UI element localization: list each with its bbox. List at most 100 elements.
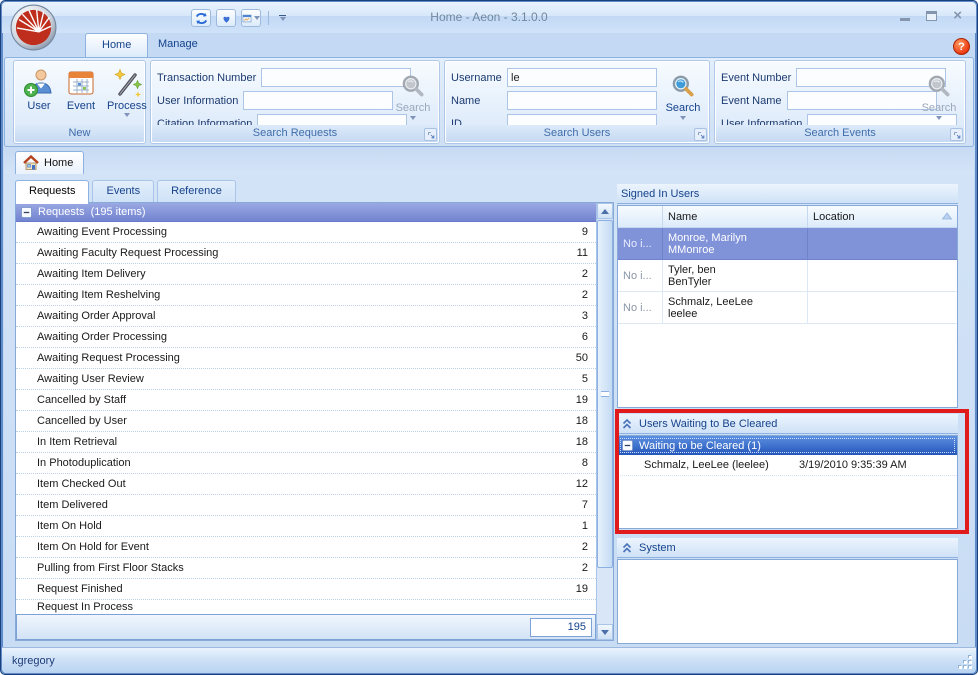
dialog-launcher-icon[interactable] — [950, 128, 963, 141]
user-location-cell — [808, 260, 957, 292]
new-event-button[interactable]: Event — [62, 65, 100, 114]
request-status-label: Request In Process — [37, 601, 588, 613]
search-requests-button[interactable]: Search — [389, 64, 437, 130]
ribbon-group-new: User Event Process New — [13, 60, 146, 144]
request-status-row[interactable]: Awaiting Order Processing 6 — [16, 327, 596, 348]
request-status-row[interactable]: Awaiting Event Processing 9 — [16, 222, 596, 243]
request-status-label: Item Delivered — [37, 499, 582, 511]
username-input[interactable] — [507, 68, 657, 87]
request-status-row[interactable]: In Item Retrieval 18 — [16, 432, 596, 453]
request-status-label: Awaiting Event Processing — [37, 226, 582, 238]
resize-grip[interactable] — [959, 656, 972, 669]
request-status-row[interactable]: Item On Hold for Event 2 — [16, 537, 596, 558]
request-status-row[interactable]: Request Finished 19 — [16, 579, 596, 600]
scroll-up-button[interactable] — [597, 203, 613, 219]
request-status-row[interactable]: Cancelled by User 18 — [16, 411, 596, 432]
request-status-count: 2 — [582, 289, 588, 301]
ribbon: User Event Process New Transaction Numbe… — [4, 57, 974, 147]
minimize-button[interactable] — [900, 12, 910, 21]
request-status-row[interactable]: Awaiting Faculty Request Processing 11 — [16, 243, 596, 264]
window-layout-icon[interactable] — [241, 9, 261, 27]
user-name: Monroe, Marilyn — [668, 232, 802, 244]
request-status-row[interactable]: Request In Process — [16, 600, 596, 613]
tab-requests[interactable]: Requests — [15, 180, 89, 204]
search-events-button[interactable]: Search — [915, 64, 963, 130]
search-icon — [670, 74, 696, 100]
request-status-row[interactable]: Cancelled by Staff 19 — [16, 390, 596, 411]
user-username: leelee — [668, 308, 802, 320]
waiting-user-row[interactable]: Schmalz, LeeLee (leelee) 3/19/2010 9:35:… — [618, 455, 957, 476]
qat-overflow-button[interactable] — [276, 13, 288, 23]
request-status-row[interactable]: In Photoduplication 8 — [16, 453, 596, 474]
signed-in-user-row[interactable]: No i... Tyler, ben BenTyler — [618, 260, 957, 292]
requests-list-rows: Awaiting Event Processing 9 Awaiting Fac… — [16, 222, 596, 614]
scrollbar-track[interactable] — [597, 219, 613, 624]
ribbon-tab-home[interactable]: Home — [85, 33, 148, 57]
request-status-count: 1 — [582, 520, 588, 532]
request-status-row[interactable]: Awaiting Item Delivery 2 — [16, 264, 596, 285]
request-status-row[interactable]: Item Delivered 7 — [16, 495, 596, 516]
tab-reference[interactable]: Reference — [157, 180, 236, 202]
column-header-name[interactable]: Name — [663, 206, 808, 228]
aeon-logo-icon[interactable] — [10, 4, 57, 51]
event-number-label: Event Number — [721, 72, 791, 84]
waiting-group-header[interactable]: Waiting to be Cleared (1) — [618, 436, 957, 455]
signed-in-user-row[interactable]: No i... Schmalz, LeeLee leelee — [618, 292, 957, 324]
scrollbar-thumb[interactable] — [597, 220, 613, 568]
request-status-row[interactable]: Awaiting Order Approval 3 — [16, 306, 596, 327]
heart-icon[interactable] — [216, 9, 236, 27]
request-status-label: Awaiting Item Delivery — [37, 268, 582, 280]
dropdown-caret-icon — [680, 116, 686, 120]
column-header-location[interactable]: Location — [808, 206, 957, 228]
user-information-input[interactable] — [243, 91, 393, 110]
waiting-user-time: 3/19/2010 9:35:39 AM — [799, 459, 907, 471]
new-user-button[interactable]: User — [20, 65, 58, 114]
status-bar: kgregory — [2, 647, 976, 673]
search-users-button[interactable]: Search — [659, 64, 707, 130]
request-status-label: Item On Hold for Event — [37, 541, 582, 553]
requests-scrollbar[interactable] — [596, 203, 613, 640]
tab-events[interactable]: Events — [92, 180, 154, 202]
content-area: Requests Events Reference Requests (195 … — [4, 174, 974, 647]
name-label: Name — [451, 95, 502, 107]
collapse-minus-icon[interactable] — [622, 440, 633, 451]
name-input[interactable] — [507, 91, 657, 110]
house-icon — [23, 155, 39, 171]
scroll-down-button[interactable] — [597, 624, 613, 640]
transaction-number-label: Transaction Number — [157, 72, 256, 84]
system-section-header[interactable]: System — [617, 538, 958, 558]
document-tab-home[interactable]: Home — [15, 151, 84, 174]
collapse-chevrons-icon[interactable] — [621, 418, 633, 430]
title-bar[interactable]: Home - Aeon - 3.1.0.0 × — [2, 2, 976, 33]
request-status-label: Pulling from First Floor Stacks — [37, 562, 582, 574]
request-status-row[interactable]: Awaiting Item Reshelving 2 — [16, 285, 596, 306]
user-location-cell — [808, 228, 957, 260]
user-location-cell — [808, 292, 957, 324]
requests-total: 195 — [530, 618, 592, 637]
ribbon-tab-manage[interactable]: Manage — [142, 33, 214, 57]
maximize-button[interactable] — [926, 11, 937, 21]
dialog-launcher-icon[interactable] — [694, 128, 707, 141]
requests-group-header[interactable]: Requests (195 items) — [16, 203, 596, 222]
search-icon — [400, 74, 426, 100]
collapse-chevrons-icon[interactable] — [621, 542, 633, 554]
request-status-label: Awaiting Order Approval — [37, 310, 582, 322]
request-status-row[interactable]: Awaiting User Review 5 — [16, 369, 596, 390]
user-name: Tyler, ben — [668, 264, 802, 276]
dialog-launcher-icon[interactable] — [424, 128, 437, 141]
request-status-row[interactable]: Item Checked Out 12 — [16, 474, 596, 495]
process-button[interactable]: Process — [104, 65, 150, 119]
column-header-image[interactable] — [618, 206, 663, 228]
sync-icon[interactable] — [191, 9, 211, 27]
request-status-row[interactable]: Awaiting Request Processing 50 — [16, 348, 596, 369]
signed-in-user-row[interactable]: No i... Monroe, Marilyn MMonroe — [618, 228, 957, 260]
help-button[interactable]: ? — [953, 38, 970, 55]
close-button[interactable]: × — [953, 11, 962, 21]
waiting-section-header[interactable]: Users Waiting to Be Cleared — [617, 414, 958, 434]
request-status-label: Request Finished — [37, 583, 576, 595]
request-status-label: Awaiting Request Processing — [37, 352, 576, 364]
request-status-row[interactable]: Pulling from First Floor Stacks 2 — [16, 558, 596, 579]
request-status-row[interactable]: Item On Hold 1 — [16, 516, 596, 537]
username-label: Username — [451, 72, 502, 84]
collapse-minus-icon[interactable] — [21, 207, 32, 218]
